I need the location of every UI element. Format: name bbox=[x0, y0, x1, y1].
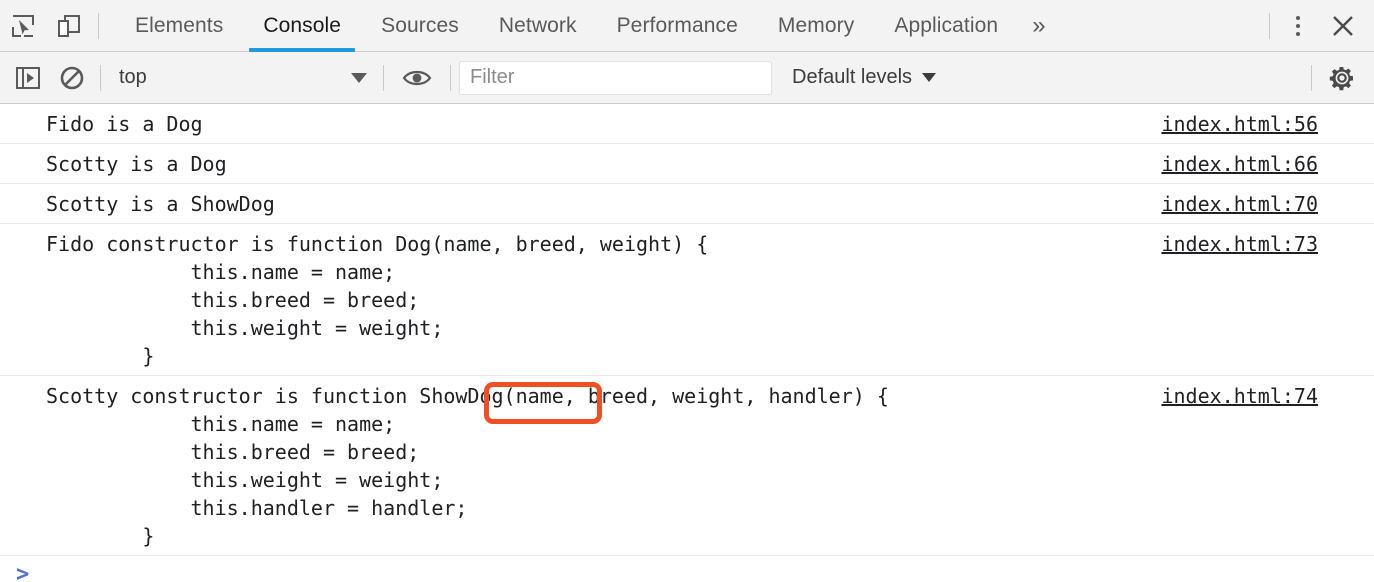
devtools-tab-bar: Elements Console Sources Network Perform… bbox=[0, 0, 1374, 52]
console-source-link[interactable]: index.html:56 bbox=[1161, 110, 1374, 138]
console-row[interactable]: Scotty constructor is function ShowDog(n… bbox=[0, 376, 1374, 556]
tabbar-actions-divider bbox=[1269, 12, 1270, 39]
console-prompt-input[interactable] bbox=[37, 564, 1374, 582]
inspect-cursor-icon[interactable] bbox=[0, 3, 46, 49]
console-message-list[interactable]: Fido is a Dog index.html:56 Scotty is a … bbox=[0, 104, 1374, 582]
kebab-menu-icon[interactable] bbox=[1276, 4, 1320, 48]
log-levels-label: Default levels bbox=[792, 66, 913, 88]
console-row[interactable]: Fido is a Dog index.html:56 bbox=[0, 104, 1374, 144]
tab-memory[interactable]: Memory bbox=[758, 0, 874, 52]
tab-elements[interactable]: Elements bbox=[115, 0, 243, 52]
tab-application[interactable]: Application bbox=[874, 0, 1018, 52]
devtools-window: Elements Console Sources Network Perform… bbox=[0, 0, 1374, 582]
console-row[interactable]: Scotty is a ShowDog index.html:70 bbox=[0, 184, 1374, 224]
tab-network-label: Network bbox=[498, 13, 577, 37]
device-toolbar-icon[interactable] bbox=[46, 3, 92, 49]
log-levels-dropdown[interactable]: Default levels bbox=[792, 66, 937, 89]
tab-sources-label: Sources bbox=[381, 13, 459, 37]
tab-memory-label: Memory bbox=[777, 13, 855, 37]
tab-elements-label: Elements bbox=[135, 13, 224, 37]
execution-context-value: top bbox=[119, 66, 147, 88]
gear-icon[interactable] bbox=[1318, 56, 1366, 100]
toolbar-divider-3 bbox=[450, 64, 451, 91]
tab-network[interactable]: Network bbox=[479, 0, 597, 52]
console-prompt[interactable]: > bbox=[0, 556, 1374, 582]
tab-performance-label: Performance bbox=[616, 13, 738, 37]
chevron-down-icon bbox=[922, 73, 937, 82]
tab-console-label: Console bbox=[263, 13, 342, 37]
tab-console[interactable]: Console bbox=[243, 0, 361, 52]
tab-sources[interactable]: Sources bbox=[361, 0, 479, 52]
console-toolbar: top Default levels bbox=[0, 52, 1374, 104]
close-icon[interactable] bbox=[1320, 3, 1366, 49]
console-message-text: Fido is a Dog bbox=[46, 112, 203, 136]
tabbar-actions bbox=[1263, 0, 1374, 52]
toolbar-divider-4 bbox=[1311, 64, 1312, 91]
console-row[interactable]: Fido constructor is function Dog(name, b… bbox=[0, 224, 1374, 376]
console-message-text: Scotty constructor is function ShowDog(n… bbox=[46, 384, 889, 548]
console-source-link[interactable]: index.html:74 bbox=[1161, 382, 1374, 410]
console-message-text: Fido constructor is function Dog(name, b… bbox=[46, 232, 709, 368]
console-message-text: Scotty is a ShowDog bbox=[46, 192, 275, 216]
panel-tabs: Elements Console Sources Network Perform… bbox=[115, 0, 1060, 52]
prompt-chevron-icon: > bbox=[16, 562, 30, 582]
toolbar-divider-2 bbox=[383, 64, 384, 91]
live-expression-eye-icon[interactable] bbox=[390, 58, 444, 98]
clear-console-icon[interactable] bbox=[50, 58, 94, 98]
console-row[interactable]: Scotty is a Dog index.html:66 bbox=[0, 144, 1374, 184]
execution-context-selector[interactable]: top bbox=[107, 58, 377, 98]
toolbar-divider-1 bbox=[100, 64, 101, 91]
filter-input[interactable] bbox=[459, 60, 772, 95]
tabbar-divider bbox=[98, 12, 99, 39]
console-source-link[interactable]: index.html:66 bbox=[1161, 150, 1374, 178]
more-tabs-button[interactable]: » bbox=[1018, 0, 1059, 52]
chevron-down-icon bbox=[351, 72, 367, 83]
tab-application-label: Application bbox=[894, 13, 999, 37]
console-source-link[interactable]: index.html:73 bbox=[1161, 230, 1374, 258]
tab-performance[interactable]: Performance bbox=[597, 0, 758, 52]
console-sidebar-toggle-icon[interactable] bbox=[6, 58, 50, 98]
console-toolbar-right bbox=[1305, 56, 1374, 100]
console-message-text: Scotty is a Dog bbox=[46, 152, 227, 176]
console-source-link[interactable]: index.html:70 bbox=[1161, 190, 1374, 218]
